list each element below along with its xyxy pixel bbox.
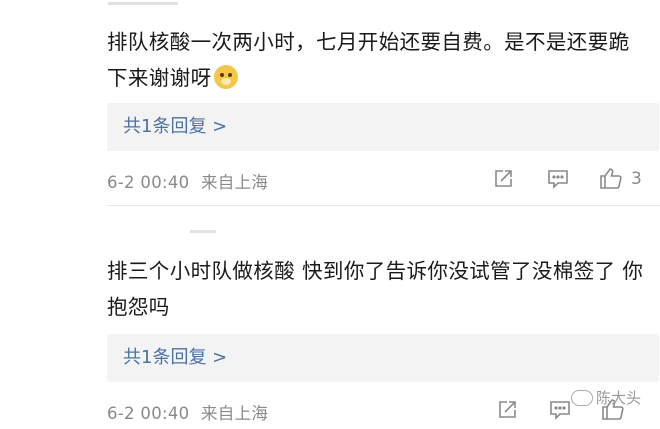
reply-count-link[interactable]: 共1条回复 > xyxy=(123,103,227,151)
comment-location: 来自上海 xyxy=(201,173,269,192)
watermark-text: 陈大头 xyxy=(596,389,642,407)
share-icon[interactable] xyxy=(492,168,514,190)
comment-date: 6-2 00:40 xyxy=(107,173,190,192)
doge-emoji-icon xyxy=(213,65,238,89)
comment-icon[interactable] xyxy=(548,399,572,421)
comment-text: 排队核酸一次两小时，七月开始还要自费。是不是还要跪下来谢谢呀 xyxy=(107,24,647,96)
share-icon[interactable] xyxy=(496,399,518,421)
reply-summary[interactable]: 共1条回复 > xyxy=(107,103,659,151)
like-icon[interactable] xyxy=(598,166,624,190)
comment-meta: 6-2 00:40 来自上海 xyxy=(107,169,268,193)
comment-location: 来自上海 xyxy=(201,404,269,423)
wechat-icon xyxy=(571,390,593,406)
comment-date: 6-2 00:40 xyxy=(107,404,190,423)
like-count: 3 xyxy=(631,169,642,189)
comment-text-content: 排队核酸一次两小时，七月开始还要自费。是不是还要跪下来谢谢呀 xyxy=(107,30,630,90)
comment-meta: 6-2 00:40 来自上海 xyxy=(107,400,268,424)
redacted-username xyxy=(108,2,178,5)
reply-count-link[interactable]: 共1条回复 > xyxy=(123,334,227,382)
comment-divider xyxy=(107,205,660,206)
comment-text: 排三个小时队做核酸 快到你了告诉你没试管了没棉签了 你抱怨吗 xyxy=(107,259,644,319)
redacted-username xyxy=(190,230,216,233)
comment-icon[interactable] xyxy=(546,168,570,190)
reply-summary[interactable]: 共1条回复 > xyxy=(107,334,659,382)
